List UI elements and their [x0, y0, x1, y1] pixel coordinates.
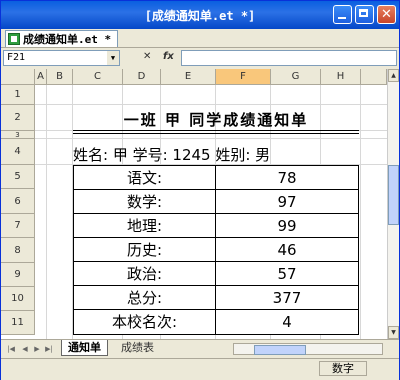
row-header[interactable]: 11 — [1, 311, 35, 335]
gridline — [35, 138, 387, 139]
sheet-tab-notice[interactable]: 通知单 — [61, 340, 108, 356]
formula-input[interactable] — [181, 50, 397, 66]
horizontal-scroll-thumb[interactable] — [254, 345, 306, 355]
column-header-a[interactable]: A — [35, 69, 47, 85]
status-bar: 数字 — [1, 358, 399, 380]
document-tab[interactable]: 成绩通知单.et * — [5, 30, 119, 47]
subject-label: 本校名次: — [74, 310, 216, 334]
name-box-value: F21 — [7, 52, 26, 63]
table-row[interactable]: 地理: 99 — [74, 214, 358, 238]
close-button[interactable]: ✕ — [377, 5, 396, 24]
table-row[interactable]: 政治: 57 — [74, 262, 358, 286]
close-icon: ✕ — [381, 7, 392, 22]
scroll-down-icon[interactable]: ▼ — [388, 326, 399, 339]
table-row[interactable]: 数学: 97 — [74, 190, 358, 214]
row-header[interactable]: 8 — [1, 238, 35, 263]
select-all-corner[interactable] — [1, 69, 35, 85]
prev-sheet-icon[interactable]: ◀ — [19, 343, 31, 355]
score-value: 4 — [282, 313, 292, 331]
formula-bar: F21 ▼ ✕ fx — [1, 48, 399, 68]
column-header-b[interactable]: B — [47, 69, 73, 85]
sheet-tab-bar: |◀ ◀ ▶ ▶| 通知单 成绩表 — [1, 339, 399, 358]
chevron-down-icon[interactable]: ▼ — [107, 51, 119, 65]
score-value: 57 — [277, 265, 297, 283]
subject-label: 地理: — [74, 214, 216, 238]
vertical-scrollbar[interactable]: ▲ ▼ — [387, 69, 399, 339]
spreadsheet-grid[interactable]: A B C D E F G H 1 2 3 4 5 6 7 8 9 10 11 … — [1, 69, 387, 339]
next-sheet-icon[interactable]: ▶ — [31, 343, 43, 355]
last-sheet-icon[interactable]: ▶| — [43, 343, 55, 355]
vertical-scroll-thumb[interactable] — [388, 165, 399, 225]
column-header-c[interactable]: C — [73, 69, 123, 85]
score-value: 97 — [277, 193, 297, 211]
sheet-tab-grades[interactable]: 成绩表 — [115, 340, 160, 355]
row-header[interactable]: 10 — [1, 287, 35, 311]
gridline — [46, 85, 47, 339]
name-box[interactable]: F21 ▼ — [3, 50, 120, 66]
column-header-f[interactable]: F — [216, 69, 271, 85]
subject-label: 语文: — [74, 166, 216, 190]
cancel-icon[interactable]: ✕ — [143, 51, 151, 62]
subject-label: 总分: — [74, 286, 216, 310]
row-header[interactable]: 4 — [1, 139, 35, 165]
table-row[interactable]: 历史: 46 — [74, 238, 358, 262]
title-double-underline — [73, 130, 359, 134]
subject-label: 政治: — [74, 262, 216, 286]
first-sheet-icon[interactable]: |◀ — [5, 343, 17, 355]
num-lock-indicator: 数字 — [319, 361, 367, 376]
row-header[interactable]: 7 — [1, 214, 35, 238]
score-value: 377 — [272, 289, 302, 307]
minimize-icon — [338, 17, 346, 19]
scroll-up-icon[interactable]: ▲ — [388, 69, 399, 82]
minimize-button[interactable] — [333, 5, 352, 24]
function-icon[interactable]: fx — [163, 51, 174, 62]
table-row[interactable]: 总分: 377 — [74, 286, 358, 310]
gridline — [360, 85, 361, 339]
row-header[interactable]: 5 — [1, 165, 35, 189]
row-header[interactable]: 1 — [1, 85, 35, 105]
document-tab-bar: 成绩通知单.et * — [1, 29, 399, 48]
column-header-d[interactable]: D — [123, 69, 161, 85]
document-tab-label: 成绩通知单.et * — [23, 33, 112, 46]
grades-table: 语文: 78 数学: 97 地理: 99 历史: 46 政治: 57 总分: 3… — [73, 165, 359, 335]
subject-label: 历史: — [74, 238, 216, 262]
gridline — [35, 104, 387, 105]
row-header[interactable]: 3 — [1, 131, 35, 139]
spreadsheet-file-icon — [8, 33, 20, 45]
app-window: [成绩通知单.et *] ✕ 成绩通知单.et * F21 ▼ ✕ fx A B… — [0, 0, 400, 380]
title-bar: [成绩通知单.et *] ✕ — [1, 1, 399, 29]
notice-title: 一班 甲 同学成绩通知单 — [123, 111, 309, 129]
table-row[interactable]: 语文: 78 — [74, 166, 358, 190]
student-info: 姓名: 甲 学号: 1245 姓别: 男 — [73, 146, 271, 164]
maximize-icon — [359, 9, 368, 17]
row-header[interactable]: 2 — [1, 105, 35, 131]
score-value: 99 — [277, 217, 297, 235]
column-header-blank — [361, 69, 387, 85]
horizontal-scrollbar[interactable] — [233, 343, 383, 355]
column-header-g[interactable]: G — [271, 69, 321, 85]
row-header[interactable]: 9 — [1, 263, 35, 287]
column-header-h[interactable]: H — [321, 69, 361, 85]
score-value: 78 — [277, 169, 297, 187]
maximize-button[interactable] — [355, 5, 374, 24]
subject-label: 数学: — [74, 190, 216, 214]
score-value: 46 — [277, 241, 297, 259]
table-row[interactable]: 本校名次: 4 — [74, 310, 358, 334]
column-header-e[interactable]: E — [161, 69, 216, 85]
row-header[interactable]: 6 — [1, 189, 35, 214]
